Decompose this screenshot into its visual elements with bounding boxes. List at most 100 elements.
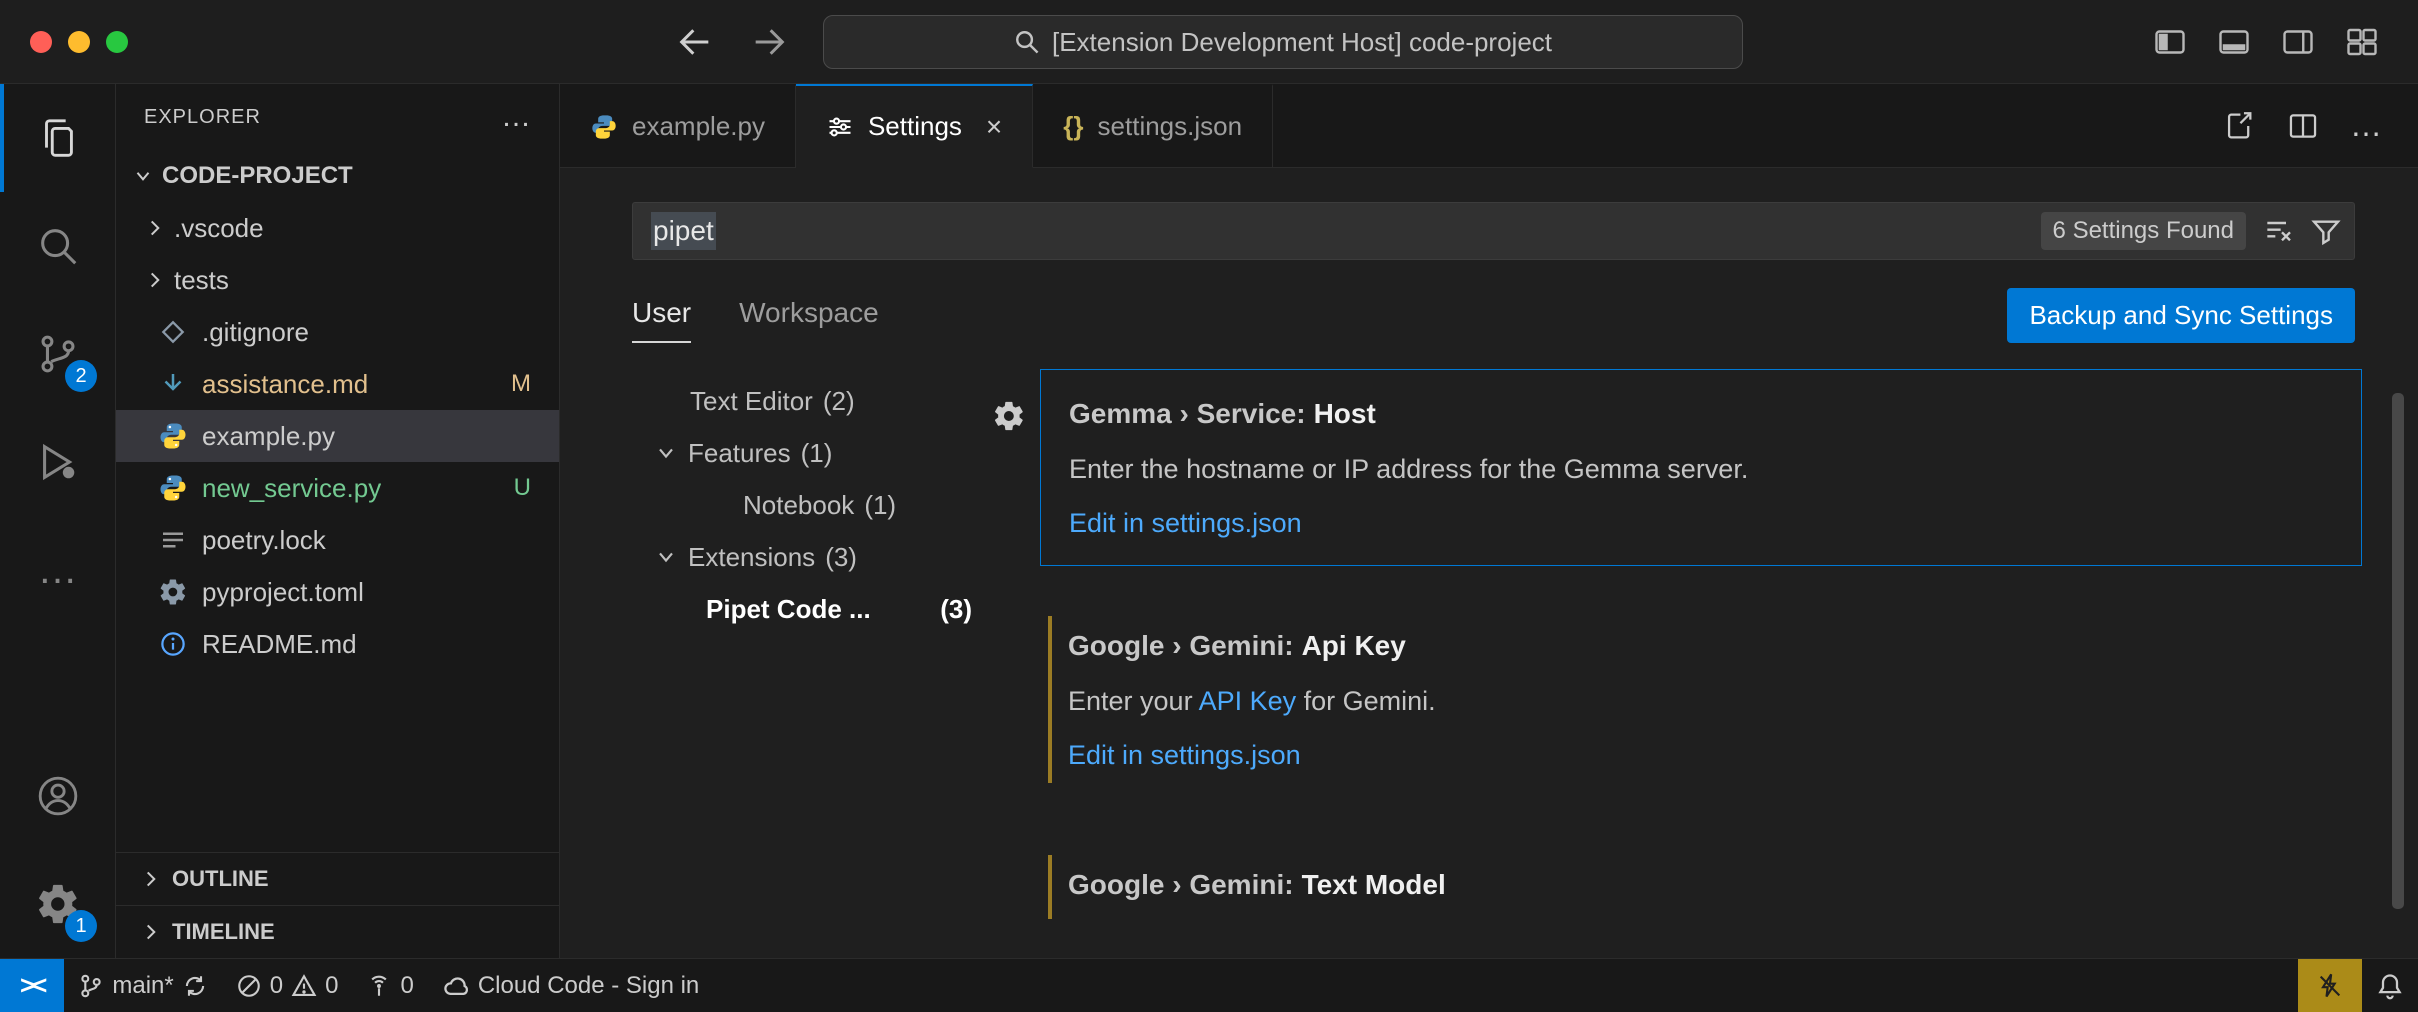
tab-example-py[interactable]: example.py <box>560 84 796 168</box>
activity-more[interactable]: … <box>0 516 115 624</box>
branch-status[interactable]: main* <box>64 959 221 1012</box>
more-icon: … <box>38 560 78 580</box>
scope-tab-workspace[interactable]: Workspace <box>739 297 879 343</box>
modified-indicator <box>1048 616 1052 783</box>
activity-accounts[interactable] <box>0 742 115 850</box>
files-icon <box>35 115 81 161</box>
setting-gear-icon[interactable] <box>992 399 1026 433</box>
root-folder-label: CODE-PROJECT <box>162 162 353 190</box>
python-file-icon <box>158 421 188 451</box>
edit-in-settings-json-link[interactable]: Edit in settings.json <box>1068 740 1301 770</box>
tab-settings-json[interactable]: {} settings.json <box>1033 84 1273 168</box>
python-file-icon <box>590 113 618 141</box>
problems-status[interactable]: 0 0 <box>222 959 353 1012</box>
close-tab-icon[interactable]: × <box>986 111 1002 143</box>
activity-run-debug[interactable] <box>0 408 115 516</box>
markdown-file-icon <box>158 369 188 399</box>
backup-sync-button[interactable]: Backup and Sync Settings <box>2007 288 2355 343</box>
settings-scrollbar[interactable] <box>2392 393 2404 909</box>
toc-text-editor[interactable]: Text Editor (2) <box>632 375 992 427</box>
activity-settings[interactable]: 1 <box>0 850 115 958</box>
tree-root-code-project[interactable]: CODE-PROJECT <box>116 150 559 202</box>
toc-features[interactable]: Features (1) <box>632 427 992 479</box>
chevron-right-icon <box>140 921 162 943</box>
settings-sliders-icon <box>826 113 854 141</box>
settings-search-input[interactable]: pipet 6 Settings Found <box>632 202 2355 260</box>
gemini-status[interactable] <box>2298 959 2362 1012</box>
explorer-sidebar: EXPLORER … CODE-PROJECT .vscode tests .g… <box>116 84 560 958</box>
search-icon <box>1014 29 1040 55</box>
activity-search[interactable] <box>0 192 115 300</box>
title-bar: [Extension Development Host] code-projec… <box>0 0 2418 84</box>
setting-google-gemini-text-model[interactable]: Google › Gemini:Text Model <box>1040 841 2362 933</box>
status-bar: >< main* 0 0 0 Cloud Code - Sign in <box>0 958 2418 1012</box>
toc-extensions[interactable]: Extensions (3) <box>632 531 992 583</box>
sync-icon <box>182 973 208 999</box>
run-debug-icon <box>35 439 81 485</box>
tab-settings[interactable]: Settings × <box>796 84 1033 168</box>
tree-item-new-service-py[interactable]: new_service.py U <box>116 462 559 514</box>
tree-item-example-py[interactable]: example.py <box>116 410 559 462</box>
activity-explorer[interactable] <box>0 84 115 192</box>
activity-source-control[interactable]: 2 <box>0 300 115 408</box>
zoom-window-button[interactable] <box>106 31 128 53</box>
window-controls <box>0 31 180 53</box>
settings-list: Gemma › Service:Host Enter the hostname … <box>1040 369 2362 958</box>
editor-more-actions-icon[interactable]: … <box>2350 107 2382 144</box>
setting-gemma-service-host[interactable]: Gemma › Service:Host Enter the hostname … <box>1040 369 2362 566</box>
toggle-panel-icon[interactable] <box>2216 24 2252 60</box>
cloud-code-status[interactable]: Cloud Code - Sign in <box>428 959 713 1012</box>
forward-arrow-icon[interactable] <box>749 22 789 62</box>
explorer-title: EXPLORER <box>144 106 261 129</box>
editor-area: example.py Settings × {} settings.json …… <box>560 84 2418 958</box>
bell-icon <box>2376 972 2404 1000</box>
close-window-button[interactable] <box>30 31 52 53</box>
settings-search-value: pipet <box>651 212 716 250</box>
modified-indicator <box>1048 855 1052 919</box>
settings-found-badge: 6 Settings Found <box>2041 212 2246 250</box>
api-key-link[interactable]: API Key <box>1199 686 1297 716</box>
toc-notebook[interactable]: Notebook (1) <box>632 479 992 531</box>
toc-pipet-code[interactable]: Pipet Code ... (3) <box>632 583 992 635</box>
toggle-sidebar-icon[interactable] <box>2152 24 2188 60</box>
remote-icon: >< <box>20 970 44 1001</box>
setting-description: Enter your API Key for Gemini. <box>1068 682 2334 720</box>
tree-item-gitignore[interactable]: .gitignore <box>116 306 559 358</box>
notifications-status[interactable] <box>2362 959 2418 1012</box>
minimize-window-button[interactable] <box>68 31 90 53</box>
tree-item-poetry-lock[interactable]: poetry.lock <box>116 514 559 566</box>
error-icon <box>236 973 262 999</box>
split-editor-icon[interactable] <box>2286 109 2320 143</box>
lock-file-icon <box>158 525 188 555</box>
cloud-icon <box>442 972 470 1000</box>
back-arrow-icon[interactable] <box>675 22 715 62</box>
ports-status[interactable]: 0 <box>352 959 427 1012</box>
branch-icon <box>78 973 104 999</box>
filter-icon[interactable] <box>2310 215 2342 247</box>
tree-item-readme-md[interactable]: README.md <box>116 618 559 670</box>
tab-bar: example.py Settings × {} settings.json … <box>560 84 2418 168</box>
setting-title: Google › Gemini:Api Key <box>1068 624 2334 668</box>
setting-title: Google › Gemini:Text Model <box>1068 863 2334 907</box>
command-center-search[interactable]: [Extension Development Host] code-projec… <box>823 15 1743 69</box>
tree-item-tests[interactable]: tests <box>116 254 559 306</box>
warning-icon <box>291 973 317 999</box>
clear-settings-search-icon[interactable] <box>2262 215 2294 247</box>
lightning-off-icon <box>2316 972 2344 1000</box>
untracked-badge: U <box>514 474 559 502</box>
timeline-section[interactable]: TIMELINE <box>116 905 559 958</box>
tree-item-assistance-md[interactable]: assistance.md M <box>116 358 559 410</box>
outline-section[interactable]: OUTLINE <box>116 852 559 905</box>
setting-google-gemini-api-key[interactable]: Google › Gemini:Api Key Enter your API K… <box>1040 602 2362 797</box>
toggle-secondary-sidebar-icon[interactable] <box>2280 24 2316 60</box>
explorer-more-actions-icon[interactable]: … <box>501 100 531 134</box>
scope-tab-user[interactable]: User <box>632 297 691 343</box>
toml-file-icon <box>158 577 188 607</box>
remote-indicator[interactable]: >< <box>0 959 64 1012</box>
chevron-right-icon <box>140 868 162 890</box>
customize-layout-icon[interactable] <box>2344 24 2380 60</box>
edit-in-settings-json-link[interactable]: Edit in settings.json <box>1069 508 1302 538</box>
tree-item-pyproject-toml[interactable]: pyproject.toml <box>116 566 559 618</box>
tree-item-vscode[interactable]: .vscode <box>116 202 559 254</box>
open-settings-json-icon[interactable] <box>2222 109 2256 143</box>
